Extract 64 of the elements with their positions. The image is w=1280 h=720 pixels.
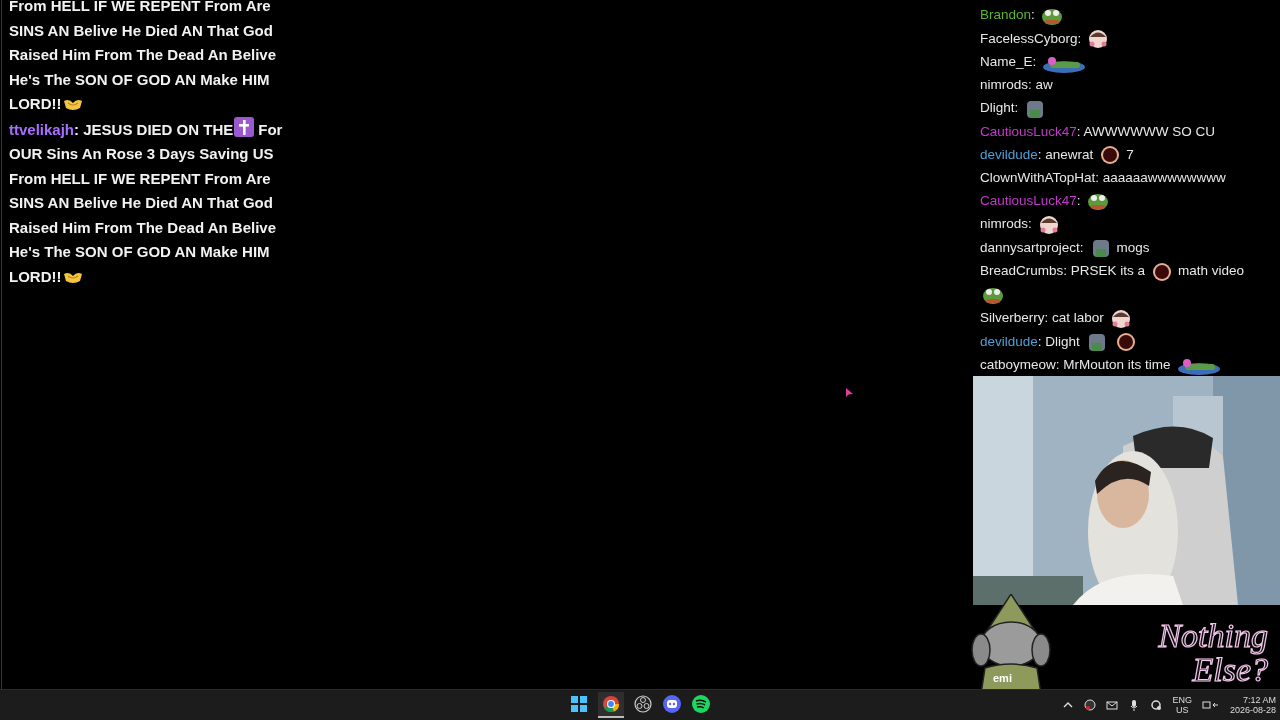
message-text: SINS AN Belive He Died AN That God (9, 194, 273, 211)
message-text: : (1079, 239, 1084, 255)
message-text: LORD!! (9, 95, 62, 112)
message-text: : (1028, 216, 1032, 232)
username: Dlight (980, 100, 1015, 116)
message-text: : aaaaaawwwwwwww (1095, 169, 1226, 185)
mail-icon[interactable] (1106, 699, 1119, 711)
emote-icon (1151, 260, 1174, 283)
username: Silverberry (980, 310, 1045, 326)
mascot-label: emi (993, 672, 1012, 684)
heart-hands-icon (62, 97, 83, 111)
username: dannysartproject (980, 239, 1080, 255)
language-text: ENG (1172, 695, 1192, 705)
username: FacelessCyborg (980, 30, 1078, 46)
username: Name_E (980, 54, 1033, 70)
message-text: : (1032, 54, 1037, 70)
message-text: : MrMouton its time (1055, 357, 1171, 372)
message-text: : PRSEK its a (1063, 263, 1146, 279)
username: nimrods (980, 216, 1028, 232)
message-text: : (1076, 192, 1081, 208)
username: CautiousLuck47 (980, 192, 1077, 208)
username: ttvelikajh (9, 120, 75, 138)
username: CautiousLuck47 (980, 123, 1077, 139)
message-text: SINS AN Belive He Died AN That God (9, 21, 273, 39)
browser-icon[interactable] (598, 692, 624, 718)
region-text: US (1175, 705, 1189, 715)
message-text: LORD!! (9, 267, 62, 285)
username: devildude (980, 333, 1038, 349)
username: catboymeow (980, 357, 1056, 372)
message-text: : JESUS DIED ON THE (74, 120, 234, 138)
logo-text: Nothing Else? (1157, 619, 1268, 687)
username: devildude (980, 146, 1038, 162)
message-text: : (1014, 100, 1019, 116)
username: nimrods (980, 77, 1028, 93)
message-text: OUR Sins An Rose 3 Days Saving US (9, 145, 274, 162)
message-text: From HELL IF WE REPENT From Are (9, 169, 271, 187)
message-text: He's The SON OF GOD AN Make HIM (9, 243, 270, 260)
message-text: From HELL IF WE REPENT From Are (9, 0, 271, 14)
message-text: : anewrat (1037, 146, 1094, 162)
emote-icon (1037, 213, 1060, 236)
app-tray-icon[interactable] (1084, 699, 1097, 711)
message-text: : (1077, 30, 1082, 46)
clock-time: 7:12 AM (1242, 695, 1276, 705)
message-text: For (258, 120, 283, 138)
emote-icon (1099, 143, 1122, 166)
message-text: : (1031, 7, 1035, 23)
message-text: : aw (1028, 77, 1053, 93)
message-text: math video (1178, 263, 1245, 279)
message-text: Raised Him From The Dead An Belive (9, 46, 276, 63)
network-volume-icon[interactable] (1201, 700, 1220, 710)
message-text: mogs (1116, 239, 1150, 255)
username: Brandon (980, 7, 1032, 23)
message-text: : cat labor (1044, 310, 1104, 326)
cursor-icon (846, 388, 854, 398)
emote-icon (1114, 331, 1137, 353)
message-text: He's The SON OF GOD AN Make HIM (9, 70, 270, 88)
message-text: Raised Him From The Dead An Belive (9, 218, 276, 236)
message-text: 7 (1126, 146, 1134, 162)
clock-date: 2026-08-28 (1229, 705, 1276, 715)
message-text: : Dlight (1037, 333, 1080, 349)
emote-icon (1109, 307, 1132, 330)
cross-icon (234, 116, 255, 137)
settings-icon[interactable] (1150, 699, 1163, 711)
message-text: : AWWWWWW SO CU (1076, 123, 1216, 139)
